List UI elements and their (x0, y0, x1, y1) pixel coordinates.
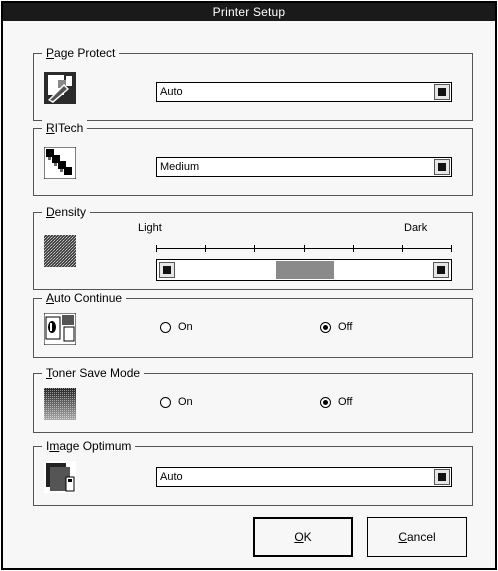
image-optimum-title: Image Optimum (42, 438, 136, 454)
page-protect-dropdown-button[interactable] (434, 84, 450, 100)
density-tick (254, 245, 255, 252)
auto-continue-icon (44, 313, 76, 345)
page-protect-icon (44, 72, 76, 104)
density-tick (205, 245, 206, 252)
right-arrow-icon (437, 266, 445, 274)
auto-continue-on-label: On (178, 321, 193, 333)
dropdown-arrow-icon (438, 88, 446, 96)
density-tick (451, 245, 452, 252)
auto-continue-title: Auto Continue (42, 290, 127, 306)
density-tick (353, 245, 354, 252)
density-decrease-button[interactable] (159, 262, 175, 278)
image-optimum-select[interactable]: Auto (156, 467, 452, 487)
auto-continue-on-radio[interactable]: On (160, 321, 193, 333)
left-arrow-icon (163, 266, 171, 274)
density-tick (402, 245, 403, 252)
toner-save-icon (44, 388, 76, 420)
page-protect-select[interactable]: Auto (156, 82, 452, 102)
ok-button[interactable]: OK (253, 517, 353, 557)
density-slider-thumb[interactable] (276, 261, 334, 279)
page-protect-title: Page Protect (42, 45, 120, 61)
printer-setup-dialog: Printer Setup Page Protect Auto RITech M… (1, 1, 497, 570)
auto-continue-group: Auto Continue On Off (33, 290, 473, 358)
density-icon (44, 235, 76, 267)
density-scale (156, 245, 452, 252)
ritech-dropdown-button[interactable] (434, 159, 450, 175)
auto-continue-off-label: Off (338, 321, 353, 333)
toner-save-off-radio[interactable]: Off (320, 396, 352, 408)
cancel-button[interactable]: Cancel (367, 517, 467, 557)
density-tick (304, 245, 305, 252)
ritech-group: RITech Medium (33, 120, 473, 196)
auto-continue-off-radio[interactable]: Off (320, 321, 352, 333)
toner-save-on-label: On (178, 396, 193, 408)
dropdown-arrow-icon (438, 473, 446, 481)
density-group: Density Light Dark (33, 204, 473, 290)
radio-circle (320, 396, 331, 408)
ritech-value: Medium (160, 161, 200, 173)
ritech-title: RITech (42, 120, 88, 136)
density-dark-label: Dark (404, 222, 428, 234)
image-optimum-value: Auto (160, 471, 183, 483)
toner-save-title: Toner Save Mode (42, 365, 145, 381)
image-optimum-dropdown-button[interactable] (434, 469, 450, 485)
title-bar[interactable]: Printer Setup (3, 3, 495, 21)
image-optimum-group: Image Optimum Auto (33, 438, 473, 506)
radio-circle (160, 321, 171, 333)
page-protect-value: Auto (160, 86, 183, 98)
density-title: Density (42, 204, 91, 220)
dropdown-arrow-icon (438, 163, 446, 171)
density-increase-button[interactable] (433, 262, 449, 278)
radio-circle (320, 321, 331, 333)
density-slider[interactable] (156, 259, 452, 281)
toner-save-group: Toner Save Mode On Off (33, 365, 473, 433)
page-protect-group: Page Protect Auto (33, 45, 473, 121)
toner-save-off-label: Off (338, 396, 353, 408)
toner-save-on-radio[interactable]: On (160, 396, 193, 408)
ritech-icon (44, 147, 76, 179)
density-light-label: Light (138, 222, 162, 234)
radio-circle (160, 396, 171, 408)
ritech-select[interactable]: Medium (156, 157, 452, 177)
density-tick (156, 245, 157, 252)
image-optimum-icon (44, 461, 76, 493)
